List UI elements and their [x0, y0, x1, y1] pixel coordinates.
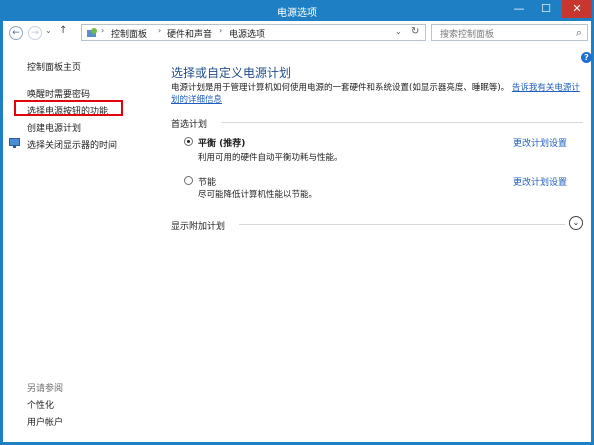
- see-also-label: 另请参阅: [27, 384, 64, 394]
- help-icon[interactable]: ?: [581, 52, 592, 63]
- plan-power-saver-name[interactable]: 节能: [198, 175, 216, 188]
- page-description: 电源计划是用于管理计算机如何使用电源的一套硬件和系统设置(如显示器亮度、睡眠等)…: [171, 82, 586, 106]
- section-divider: [221, 122, 583, 123]
- sidebar: 控制面板主页 唤醒时需要密码 选择电源按钮的功能 创建电源计划 选择关闭显示器的…: [3, 45, 153, 442]
- see-also-personalization[interactable]: 个性化: [27, 398, 54, 411]
- breadcrumb-separator: ›: [158, 26, 162, 35]
- title-bar: 电源选项 — ☐ ✕: [0, 0, 594, 20]
- window-frame: 电源选项 — ☐ ✕ ← → ⌄ ↑ › 控制面板 › 硬件和声音 › 电源选项…: [0, 0, 594, 445]
- expand-chevron-icon[interactable]: ⌄: [569, 216, 583, 230]
- sidebar-item-create-plan[interactable]: 创建电源计划: [27, 121, 81, 134]
- see-also-user-accounts[interactable]: 用户帐户: [27, 415, 63, 428]
- content-area: 控制面板主页 唤醒时需要密码 选择电源按钮的功能 创建电源计划 选择关闭显示器的…: [3, 45, 592, 442]
- show-additional-plans-label[interactable]: 显示附加计划: [171, 219, 225, 232]
- plan-balanced-radio[interactable]: [184, 137, 193, 146]
- address-bar[interactable]: › 控制面板 › 硬件和声音 › 电源选项 ⌄ ↻: [81, 24, 426, 41]
- highlight-box: [14, 100, 123, 116]
- close-button[interactable]: ✕: [562, 0, 592, 18]
- up-button[interactable]: ↑: [59, 25, 67, 36]
- plan-balanced-change-settings-link[interactable]: 更改计划设置: [513, 136, 567, 149]
- address-dropdown-icon[interactable]: ⌄: [395, 27, 402, 36]
- navigation-bar: ← → ⌄ ↑ › 控制面板 › 硬件和声音 › 电源选项 ⌄ ↻ 搜索控制面板…: [3, 21, 591, 45]
- minimize-button[interactable]: —: [506, 0, 532, 18]
- section-divider: [239, 224, 565, 225]
- sidebar-item-wake-password[interactable]: 唤醒时需要密码: [27, 87, 90, 100]
- plan-power-saver-radio[interactable]: [184, 176, 193, 185]
- window-title: 电源选项: [277, 8, 317, 19]
- breadcrumb-separator: ›: [219, 26, 223, 35]
- preferred-plans-label: 首选计划: [171, 120, 208, 130]
- search-icon[interactable]: ⌕: [576, 26, 582, 40]
- plan-balanced-description: 利用可用的硬件自动平衡功耗与性能。: [198, 153, 343, 163]
- description-text: 电源计划是用于管理计算机如何使用电源的一套硬件和系统设置(如显示器亮度、睡眠等)…: [171, 83, 510, 93]
- refresh-icon[interactable]: ↻: [411, 26, 419, 37]
- sidebar-item-display-off-time[interactable]: 选择关闭显示器的时间: [27, 138, 117, 151]
- sidebar-item-control-panel-home[interactable]: 控制面板主页: [27, 60, 81, 73]
- maximize-button[interactable]: ☐: [533, 0, 559, 18]
- plan-power-saver-change-settings-link[interactable]: 更改计划设置: [513, 175, 567, 188]
- search-placeholder: 搜索控制面板: [440, 30, 495, 40]
- plan-power-saver-description: 尽可能降低计算机性能以节能。: [198, 190, 318, 200]
- plan-balanced-name[interactable]: 平衡 (推荐): [198, 136, 245, 149]
- breadcrumb-power-options[interactable]: 电源选项: [229, 27, 265, 40]
- forward-button[interactable]: →: [28, 26, 42, 40]
- search-input[interactable]: 搜索控制面板 ⌕: [431, 24, 588, 41]
- control-panel-icon: [87, 28, 97, 37]
- main-panel: ? 选择或自定义电源计划 电源计划是用于管理计算机如何使用电源的一套硬件和系统设…: [153, 45, 592, 442]
- breadcrumb-separator: ›: [101, 26, 105, 35]
- shield-display-icon: [9, 138, 20, 148]
- recent-pages-chevron-icon[interactable]: ⌄: [45, 26, 52, 35]
- radio-selected-dot: [187, 140, 190, 143]
- page-title: 选择或自定义电源计划: [171, 66, 292, 80]
- breadcrumb-control-panel[interactable]: 控制面板: [111, 27, 147, 40]
- back-button[interactable]: ←: [9, 26, 23, 40]
- breadcrumb-hardware-sound[interactable]: 硬件和声音: [167, 27, 212, 40]
